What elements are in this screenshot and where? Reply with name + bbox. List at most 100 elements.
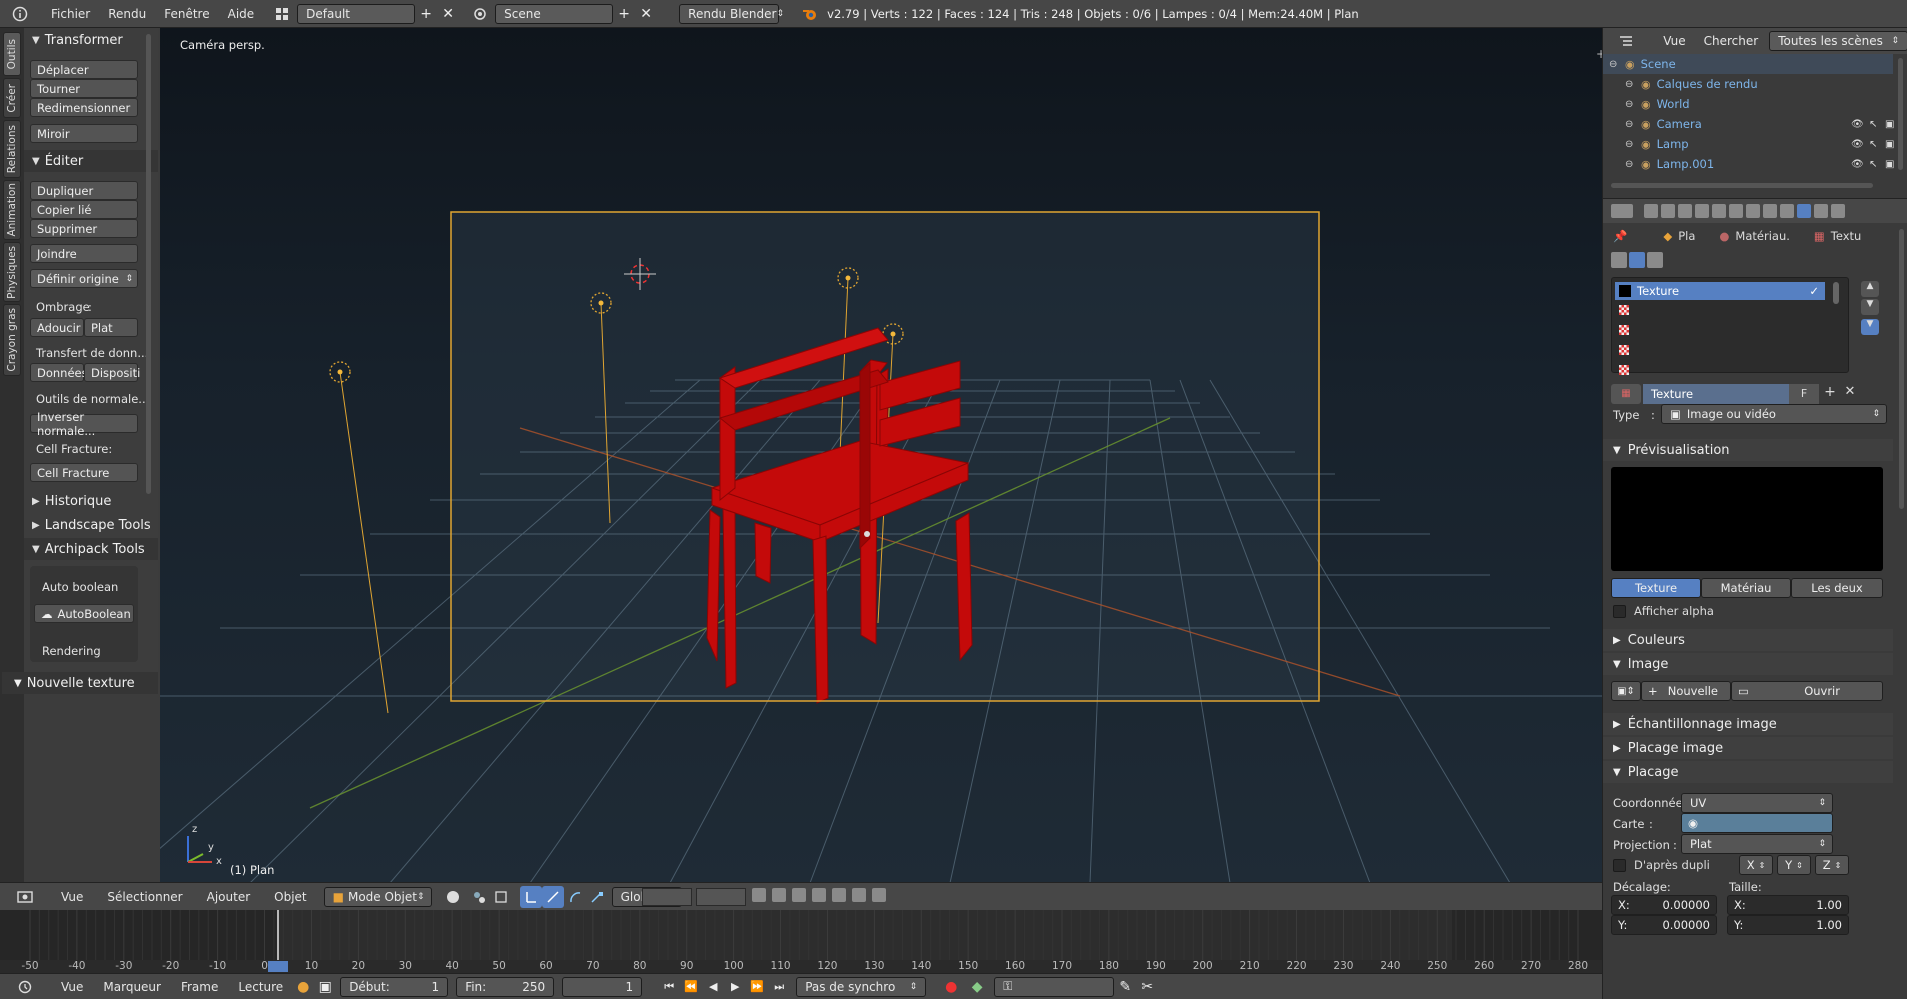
cell-fracture-button[interactable]: Cell Fracture <box>30 463 138 482</box>
new-image-button[interactable]: + Nouvelle <box>1641 681 1731 701</box>
selectability-cursor-icon[interactable]: ↖ <box>1869 139 1877 150</box>
empty-slot-1[interactable] <box>1619 305 1629 315</box>
menu-fichier[interactable]: Fichier <box>42 7 99 21</box>
outliner-row[interactable]: ⊖ ◉ Lamp 👁 ↖ ▣ <box>1603 134 1894 154</box>
manipulator-rotate-icon[interactable] <box>564 886 586 908</box>
scene-icon[interactable] <box>469 3 491 25</box>
dupli-checkbox[interactable]: D'après dupli <box>1613 858 1710 872</box>
section-transformer[interactable]: ▼ Transformer <box>24 29 158 51</box>
texture-tab-icon[interactable] <box>1797 204 1811 218</box>
record-icon[interactable]: ● <box>940 976 962 998</box>
menu-vue-timeline[interactable]: Vue <box>52 980 92 994</box>
snap-element-icon[interactable] <box>832 888 846 902</box>
dupli-box[interactable] <box>1613 858 1626 872</box>
renderability-camera-icon[interactable]: ▣ <box>1885 139 1894 150</box>
jump-start-icon[interactable]: ⏮ <box>658 976 680 998</box>
outliner-row[interactable]: ⊖ ◉ Scene <box>1603 54 1893 74</box>
expand-toggle-icon[interactable]: ⊖ <box>1625 139 1635 150</box>
projection-dropdown[interactable]: Plat ⇕ <box>1681 834 1833 854</box>
object-tab-icon[interactable] <box>1712 204 1726 218</box>
texture-slot-active[interactable]: Texture ✓ <box>1615 282 1825 300</box>
outliner-editor-icon[interactable] <box>1611 30 1640 52</box>
scene-selector[interactable]: Scene <box>495 3 614 24</box>
preview-tab-materiau[interactable]: Matériau <box>1701 578 1791 598</box>
renderability-camera-icon[interactable]: ▣ <box>1885 159 1894 170</box>
visibility-eye-icon[interactable]: 👁 <box>1851 159 1864 170</box>
coordonnees-dropdown[interactable]: UV ⇕ <box>1681 793 1833 813</box>
menu-lecture[interactable]: Lecture <box>229 980 292 994</box>
menu-objet[interactable]: Objet <box>265 890 315 904</box>
preview-tab-les-deux[interactable]: Les deux <box>1791 578 1883 598</box>
size-x-field[interactable]: X: 1.00 <box>1727 895 1849 915</box>
slot-move-up-icon[interactable]: ▲ <box>1861 281 1879 297</box>
unlink-texture-icon[interactable]: ✕ <box>1841 384 1859 404</box>
play-icon[interactable]: ▶ <box>724 976 746 998</box>
axis-x-dropdown[interactable]: X ⇕ <box>1739 855 1773 875</box>
add-layout-icon[interactable]: + <box>415 3 437 25</box>
manipulator-move-icon[interactable] <box>541 885 564 908</box>
delete-keyframe-icon[interactable]: ✂ <box>1136 976 1158 998</box>
add-scene-icon[interactable]: + <box>613 3 635 25</box>
panel-echantillonnage[interactable]: ▶ Échantillonnage image <box>1603 713 1893 735</box>
keying-set-field[interactable]: ⚿ <box>994 976 1115 997</box>
outliner-menu-vue[interactable]: Vue <box>1654 34 1694 48</box>
panel-placage[interactable]: ▼ Placage <box>1603 761 1893 783</box>
outliner-scrollbar-h[interactable] <box>1611 183 1873 188</box>
visibility-eye-icon[interactable]: 👁 <box>1851 119 1864 130</box>
texture-type-dropdown[interactable]: ▣ Image ou vidéo ⇕ <box>1661 404 1887 424</box>
redimensionner-button[interactable]: Redimensionner <box>30 98 138 117</box>
material-texture-icon[interactable] <box>1629 252 1645 268</box>
inverser-normales-button[interactable]: Inverser normale... <box>30 410 138 438</box>
renderability-camera-icon[interactable]: ▣ <box>1885 119 1894 130</box>
image-browse-icon[interactable]: ▣⇕ <box>1611 681 1641 701</box>
empty-slot-3[interactable] <box>1619 345 1629 355</box>
other-texture-icon[interactable] <box>1647 252 1663 268</box>
menu-selectionner[interactable]: Sélectionner <box>98 890 191 904</box>
falloff-icon[interactable] <box>792 888 806 902</box>
menu-aide[interactable]: Aide <box>219 7 264 21</box>
tab-relations[interactable]: Relations <box>3 120 21 178</box>
keying-set-icon[interactable]: ◆ <box>966 976 988 998</box>
section-landscape[interactable]: ▶ Landscape Tools <box>24 514 158 536</box>
mode-dropdown[interactable]: ■ Mode Objet ⇕ <box>323 886 432 907</box>
modifiers-tab-icon[interactable] <box>1746 204 1760 218</box>
manipulator-scale-icon[interactable] <box>586 886 608 908</box>
outliner-row[interactable]: ⊖ ◉ Lamp.001 👁 ↖ ▣ <box>1603 154 1894 174</box>
layer-buttons[interactable] <box>642 888 692 906</box>
plat-button[interactable]: Plat <box>84 318 138 337</box>
layout-grid-icon[interactable] <box>271 3 293 25</box>
empty-slot-4[interactable] <box>1619 365 1629 375</box>
render-anim-icon[interactable] <box>872 888 886 902</box>
menu-ajouter[interactable]: Ajouter <box>198 890 260 904</box>
use-preview-range-icon[interactable]: ● <box>292 976 314 998</box>
offset-x-field[interactable]: X: 0.00000 <box>1611 895 1717 915</box>
3d-viewport[interactable]: + Caméra persp. z y x (1) Plan <box>160 28 1602 883</box>
outliner-scrollbar-v[interactable] <box>1898 58 1903 170</box>
info-icon[interactable] <box>6 3 34 25</box>
breadcrumb-texture[interactable]: Textu <box>1831 229 1862 243</box>
constraints-tab-icon[interactable] <box>1729 204 1743 218</box>
outliner-filter-dropdown[interactable]: Toutes les scènes ⇕ <box>1769 31 1907 51</box>
layer-buttons-2[interactable] <box>696 888 746 906</box>
timeline[interactable]: -50 -40 -30 -20 -10 0 10 20 30 40 50 60 70 80 90 100 110… <box>0 910 1602 973</box>
start-frame-field[interactable]: Début: 1 <box>340 976 449 997</box>
joindre-button[interactable]: Joindre <box>30 244 138 263</box>
autoboolean-button[interactable]: ☁ AutoBoolean <box>34 604 134 623</box>
tab-physiques[interactable]: Physiques <box>3 242 21 302</box>
slot-list-scrollbar[interactable] <box>1833 282 1839 304</box>
proportional-edit-icon[interactable] <box>772 888 786 902</box>
menu-frame[interactable]: Frame <box>172 980 227 994</box>
close-layout-icon[interactable]: ✕ <box>437 3 459 25</box>
layout-selector[interactable]: Default <box>297 3 416 24</box>
section-archipack[interactable]: ▼ Archipack Tools <box>24 538 158 560</box>
new-texture-icon[interactable]: + <box>1821 384 1839 404</box>
lock-camera-icon[interactable] <box>752 888 766 902</box>
breadcrumb-object[interactable]: Pla <box>1678 229 1695 243</box>
section-historique[interactable]: ▶ Historique <box>24 490 158 512</box>
editor-type-icon[interactable] <box>10 886 40 908</box>
expand-toggle-icon[interactable]: ⊖ <box>1625 119 1635 130</box>
world-tab-icon[interactable] <box>1695 204 1709 218</box>
donnees-button[interactable]: Données <box>30 363 88 382</box>
menu-marqueur[interactable]: Marqueur <box>94 980 170 994</box>
preview-tab-texture[interactable]: Texture <box>1611 578 1701 598</box>
